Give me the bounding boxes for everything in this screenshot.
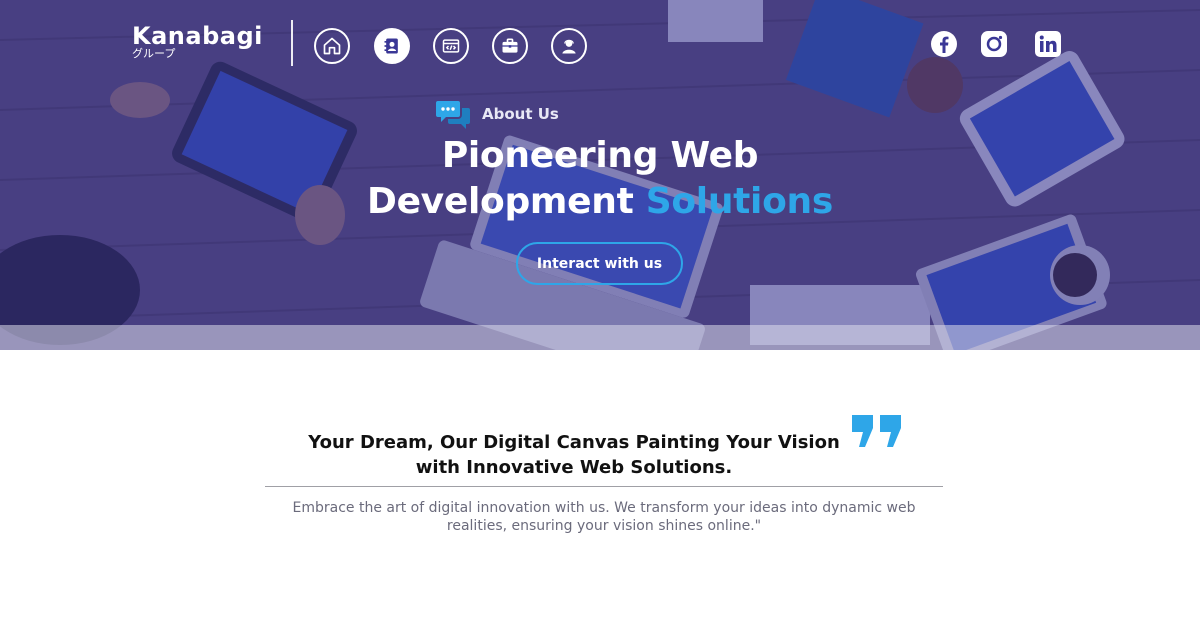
nav-portfolio-button[interactable] — [492, 28, 528, 64]
interact-button[interactable]: Interact with us — [516, 242, 683, 285]
quote-body: Embrace the art of digital innovation wi… — [292, 500, 916, 534]
linkedin-icon — [1035, 31, 1061, 57]
chat-bubbles-icon — [436, 101, 470, 129]
nav-development-button[interactable] — [433, 28, 469, 64]
briefcase-icon — [502, 38, 518, 53]
hero-title-accent: Solutions — [645, 181, 834, 222]
linkedin-link[interactable] — [1034, 30, 1062, 58]
instagram-icon — [981, 31, 1007, 57]
nav-contacts-button[interactable] — [374, 28, 410, 64]
instagram-link[interactable] — [980, 30, 1008, 58]
hero-title-line2: Development — [366, 181, 634, 222]
user-support-icon — [562, 39, 576, 54]
nav-divider — [291, 20, 293, 66]
hero-title: Pioneering Web Development Solutions — [300, 133, 900, 225]
quote-divider — [265, 486, 943, 487]
quote-marks-icon — [852, 415, 901, 447]
facebook-link[interactable] — [930, 30, 958, 58]
about-us-label: About Us — [482, 105, 559, 123]
quote-title: Your Dream, Our Digital Canvas Painting … — [308, 432, 840, 478]
contact-book-icon — [384, 38, 398, 54]
facebook-icon — [931, 31, 957, 57]
code-window-icon — [442, 39, 460, 53]
hero-title-line1: Pioneering Web — [441, 135, 759, 176]
brand-name: Kanabagi — [132, 22, 263, 50]
brand-logo[interactable]: Kanabagi グループ — [132, 22, 263, 60]
hero-bottom-strip — [0, 325, 1200, 350]
hero-section: Kanabagi グループ About Us Pioneering Web De… — [0, 0, 1200, 350]
about-eyebrow: About Us — [436, 98, 559, 130]
home-icon — [323, 37, 341, 55]
nav-home-button[interactable] — [314, 28, 350, 64]
nav-support-button[interactable] — [551, 28, 587, 64]
